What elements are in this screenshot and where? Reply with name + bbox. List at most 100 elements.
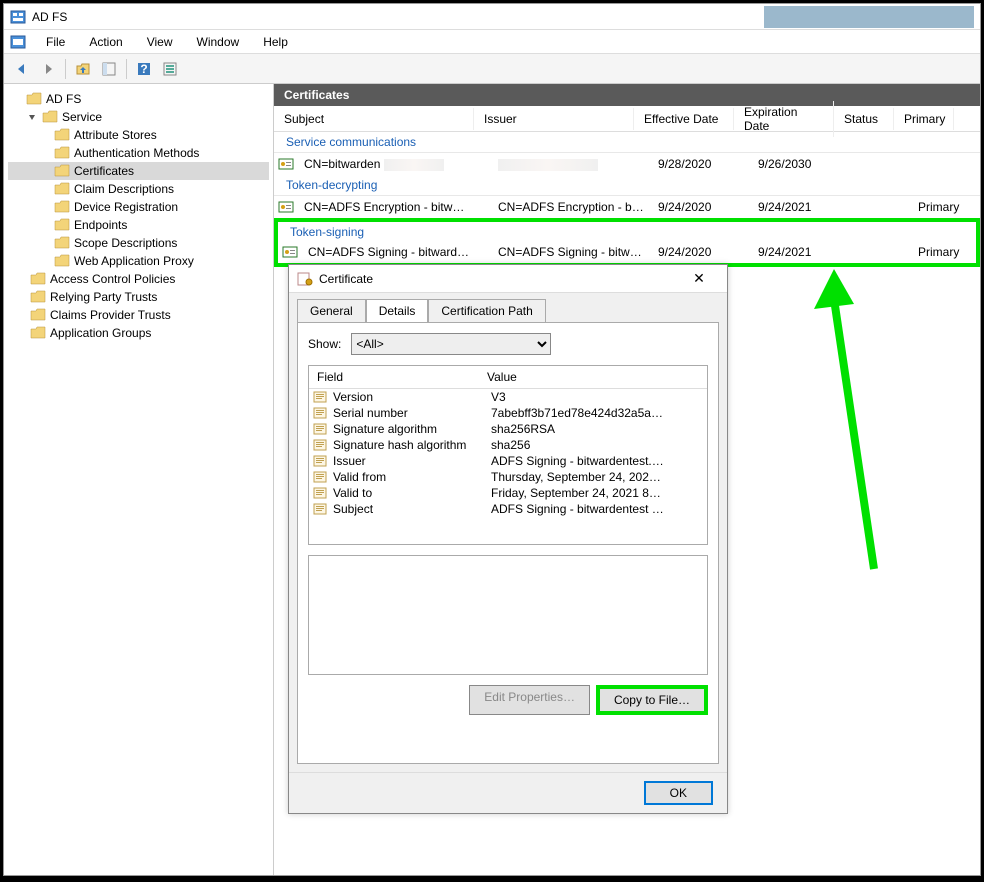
group-service-communications[interactable]: Service communications <box>274 132 980 153</box>
nav-forward-button[interactable] <box>36 57 60 81</box>
help-button[interactable]: ? <box>132 57 156 81</box>
value-column-header[interactable]: Value <box>479 366 707 388</box>
tab-details-body: Show: <All> Field Value VersionV3Serial … <box>297 322 719 764</box>
cell-issuer: CN=ADFS Signing - bitwar… <box>492 243 652 261</box>
fields-list: Field Value VersionV3Serial number7abebf… <box>308 365 708 545</box>
field-row[interactable]: Signature algorithmsha256RSA <box>309 421 707 437</box>
fields-body[interactable]: VersionV3Serial number7abebff3b71ed78e42… <box>309 389 707 544</box>
cell-subject: CN=ADFS Encryption - bitw… <box>298 198 492 216</box>
field-name: Issuer <box>331 454 491 468</box>
cell-eff: 9/28/2020 <box>652 155 752 173</box>
show-hide-tree-button[interactable] <box>97 57 121 81</box>
folder-icon <box>30 271 46 287</box>
tree-item-web-application-proxy[interactable]: Web Application Proxy <box>8 252 269 270</box>
cell-exp: 9/26/2030 <box>752 155 852 173</box>
col-effective-date[interactable]: Effective Date <box>634 108 734 130</box>
field-icon <box>313 454 327 468</box>
list-header: Subject Issuer Effective Date Expiration… <box>274 106 980 132</box>
tree-relying-party[interactable]: Relying Party Trusts <box>8 288 269 306</box>
tree-item-endpoints[interactable]: Endpoints <box>8 216 269 234</box>
field-row[interactable]: Serial number7abebff3b71ed78e424d32a5a… <box>309 405 707 421</box>
tree-root-adfs[interactable]: AD FS <box>8 90 269 108</box>
menu-help[interactable]: Help <box>253 33 298 51</box>
cert-row-service-comm[interactable]: CN=bitwarden 9/28/2020 9/26/2030 <box>274 153 980 175</box>
field-row[interactable]: Valid fromThursday, September 24, 202… <box>309 469 707 485</box>
tree-item-label: Attribute Stores <box>74 128 157 142</box>
folder-up-button[interactable] <box>71 57 95 81</box>
field-icon <box>313 486 327 500</box>
field-value: V3 <box>491 390 707 404</box>
show-select[interactable]: <All> <box>351 333 551 355</box>
show-filter-row: Show: <All> <box>308 333 708 355</box>
cell-subject: CN=bitwarden <box>298 155 492 173</box>
field-row[interactable]: Signature hash algorithmsha256 <box>309 437 707 453</box>
nav-back-button[interactable] <box>10 57 34 81</box>
tree-app-groups[interactable]: Application Groups <box>8 324 269 342</box>
folder-icon <box>54 127 70 143</box>
dialog-ok-row: OK <box>289 772 727 813</box>
field-row[interactable]: IssuerADFS Signing - bitwardentest.… <box>309 453 707 469</box>
menu-file[interactable]: File <box>36 33 75 51</box>
field-row[interactable]: VersionV3 <box>309 389 707 405</box>
show-label: Show: <box>308 337 341 351</box>
refresh-button[interactable] <box>158 57 182 81</box>
cert-row-token-decrypt[interactable]: CN=ADFS Encryption - bitw… CN=ADFS Encry… <box>274 196 980 218</box>
folder-icon <box>54 217 70 233</box>
cell-subject: CN=ADFS Signing - bitward… <box>302 243 492 261</box>
titlebar: AD FS <box>4 4 980 30</box>
tree-item-claim-descriptions[interactable]: Claim Descriptions <box>8 180 269 198</box>
caret-down-icon[interactable] <box>26 111 38 123</box>
tab-general[interactable]: General <box>297 299 366 323</box>
tree-claims-provider[interactable]: Claims Provider Trusts <box>8 306 269 324</box>
caret-icon[interactable] <box>10 93 22 105</box>
group-token-signing[interactable]: Token-signing <box>274 218 980 242</box>
folder-icon <box>30 325 46 341</box>
cell-primary: Primary <box>912 243 972 261</box>
tree-access-control[interactable]: Access Control Policies <box>8 270 269 288</box>
col-subject[interactable]: Subject <box>274 108 474 130</box>
cell-primary: Primary <box>912 198 972 216</box>
folder-icon <box>30 289 46 305</box>
window-title: AD FS <box>32 10 67 24</box>
tree-item-device-registration[interactable]: Device Registration <box>8 198 269 216</box>
svg-text:?: ? <box>140 62 147 76</box>
ok-button[interactable]: OK <box>644 781 713 805</box>
group-token-decrypting[interactable]: Token-decrypting <box>274 175 980 196</box>
menu-view[interactable]: View <box>137 33 183 51</box>
menu-action[interactable]: Action <box>79 33 132 51</box>
field-row[interactable]: SubjectADFS Signing - bitwardentest … <box>309 501 707 517</box>
mmc-icon <box>10 34 26 50</box>
field-name: Valid from <box>331 470 491 484</box>
close-button[interactable]: ✕ <box>679 267 719 291</box>
certificate-icon <box>282 244 298 260</box>
nav-tree[interactable]: AD FS Service Attribute Stores Authentica… <box>4 84 274 875</box>
field-row[interactable]: Valid toFriday, September 24, 2021 8… <box>309 485 707 501</box>
tab-certification-path[interactable]: Certification Path <box>428 299 545 323</box>
tree-service[interactable]: Service <box>8 108 269 126</box>
field-value: ADFS Signing - bitwardentest … <box>491 502 707 516</box>
tree-root-label: AD FS <box>46 92 81 106</box>
menu-window[interactable]: Window <box>187 33 250 51</box>
field-detail-box[interactable] <box>308 555 708 675</box>
title-controls-redacted <box>764 6 974 28</box>
field-column-header[interactable]: Field <box>309 366 479 388</box>
tree-item-certificates[interactable]: Certificates <box>8 162 269 180</box>
copy-to-file-button[interactable]: Copy to File… <box>596 685 708 715</box>
folder-icon <box>26 91 42 107</box>
field-icon <box>313 422 327 436</box>
tree-item-scope-descriptions[interactable]: Scope Descriptions <box>8 234 269 252</box>
col-status[interactable]: Status <box>834 108 894 130</box>
tree-item-attribute-stores[interactable]: Attribute Stores <box>8 126 269 144</box>
folder-icon <box>54 145 70 161</box>
tree-item-label: Web Application Proxy <box>74 254 194 268</box>
col-primary[interactable]: Primary <box>894 108 954 130</box>
tab-details[interactable]: Details <box>366 299 429 323</box>
tree-item-authentication-methods[interactable]: Authentication Methods <box>8 144 269 162</box>
field-icon <box>313 406 327 420</box>
field-value: Thursday, September 24, 202… <box>491 470 707 484</box>
field-value: sha256 <box>491 438 707 452</box>
col-issuer[interactable]: Issuer <box>474 108 634 130</box>
folder-icon <box>54 235 70 251</box>
field-icon <box>313 390 327 404</box>
folder-icon <box>30 307 46 323</box>
